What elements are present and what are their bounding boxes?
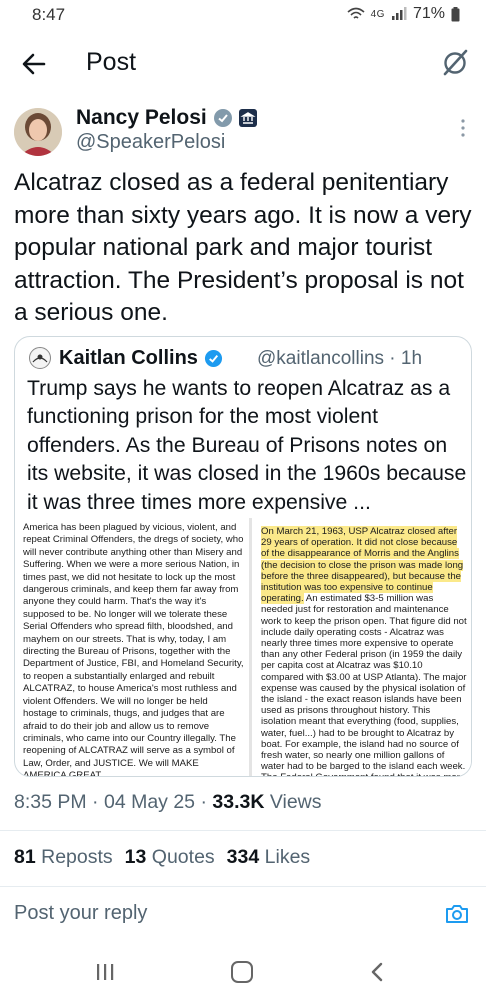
views-label: Views bbox=[269, 791, 322, 813]
signal-icon bbox=[391, 7, 407, 20]
views-count: 33.3K bbox=[212, 791, 265, 813]
post-time: 8:35 PM bbox=[14, 791, 87, 813]
quote-handle-text: @kaitlancollins bbox=[257, 348, 385, 369]
camera-icon[interactable] bbox=[444, 902, 470, 926]
reposts-stat[interactable]: 81 Reposts bbox=[14, 846, 113, 869]
reposts-count: 81 bbox=[14, 846, 36, 868]
government-badge-icon bbox=[238, 109, 257, 127]
bop-body: An estimated $3-5 million was needed jus… bbox=[261, 593, 467, 776]
quote-image-statement[interactable]: America has been plagued by vicious, vio… bbox=[19, 518, 248, 777]
quotes-label: Quotes bbox=[151, 846, 215, 868]
quotes-count: 13 bbox=[124, 846, 147, 868]
status-bar: 8:47 4G 71% bbox=[0, 0, 486, 34]
more-vertical-icon[interactable] bbox=[460, 118, 466, 138]
likes-count: 334 bbox=[226, 846, 260, 868]
likes-label: Likes bbox=[264, 846, 311, 868]
battery-percent: 71% bbox=[412, 5, 445, 22]
author-handle[interactable]: @SpeakerPelosi bbox=[76, 131, 225, 154]
page-title: Post bbox=[86, 48, 137, 76]
reposts-label: Reposts bbox=[41, 846, 113, 868]
quoted-post[interactable]: Kaitlan Collins @kaitlancollins · 1h Tru… bbox=[14, 336, 472, 777]
meta-sep-1: · bbox=[92, 791, 99, 813]
image-divider bbox=[249, 518, 252, 776]
divider bbox=[0, 886, 486, 887]
quotes-stat[interactable]: 13 Quotes bbox=[125, 846, 215, 869]
post-stats: 81 Reposts 13 Quotes 334 Likes bbox=[14, 846, 310, 869]
reply-input[interactable]: Post your reply bbox=[14, 902, 147, 925]
network-type: 4G bbox=[370, 8, 385, 20]
post-date: 04 May 25 bbox=[103, 791, 196, 813]
meta-sep-2: · bbox=[200, 791, 207, 813]
author-name-text: Nancy Pelosi bbox=[76, 106, 207, 129]
likes-stat[interactable]: 334 Likes bbox=[227, 846, 311, 869]
wifi-icon bbox=[347, 7, 365, 19]
quote-author-name: Kaitlan Collins bbox=[59, 347, 223, 370]
status-icons: 4G 71% bbox=[347, 5, 460, 23]
recent-apps-icon[interactable] bbox=[94, 962, 116, 982]
quote-author-handle: @kaitlancollins · 1h bbox=[257, 348, 422, 370]
statement-text: America has been plagued by vicious, vio… bbox=[23, 522, 244, 777]
grok-icon[interactable] bbox=[440, 48, 470, 78]
status-time: 8:47 bbox=[32, 5, 66, 24]
quote-avatar bbox=[29, 347, 51, 369]
quote-image-bop-page[interactable]: On March 21, 1963, USP Alcatraz closed a… bbox=[253, 518, 471, 776]
quote-time: · 1h bbox=[389, 348, 423, 369]
divider bbox=[0, 830, 486, 831]
post-meta: 8:35 PM · 04 May 25 · 33.3K Views bbox=[14, 791, 322, 814]
author-avatar[interactable] bbox=[14, 108, 62, 156]
arrow-left-icon[interactable] bbox=[20, 50, 48, 78]
tweet-text: Alcatraz closed as a federal penitentiar… bbox=[14, 169, 472, 326]
bop-text: On March 21, 1963, USP Alcatraz closed a… bbox=[261, 526, 467, 776]
home-icon[interactable] bbox=[231, 961, 253, 983]
author-name[interactable]: Nancy Pelosi bbox=[76, 106, 257, 130]
verified-badge-icon bbox=[204, 349, 222, 368]
verified-badge-icon bbox=[213, 109, 232, 127]
system-nav-bar bbox=[0, 950, 486, 1000]
back-nav-icon[interactable] bbox=[368, 961, 388, 983]
quote-text: Trump says he wants to reopen Alcatraz a… bbox=[27, 377, 467, 514]
quote-author-name-text: Kaitlan Collins bbox=[59, 347, 198, 369]
battery-icon bbox=[451, 6, 460, 21]
post-header: Post bbox=[0, 34, 486, 94]
